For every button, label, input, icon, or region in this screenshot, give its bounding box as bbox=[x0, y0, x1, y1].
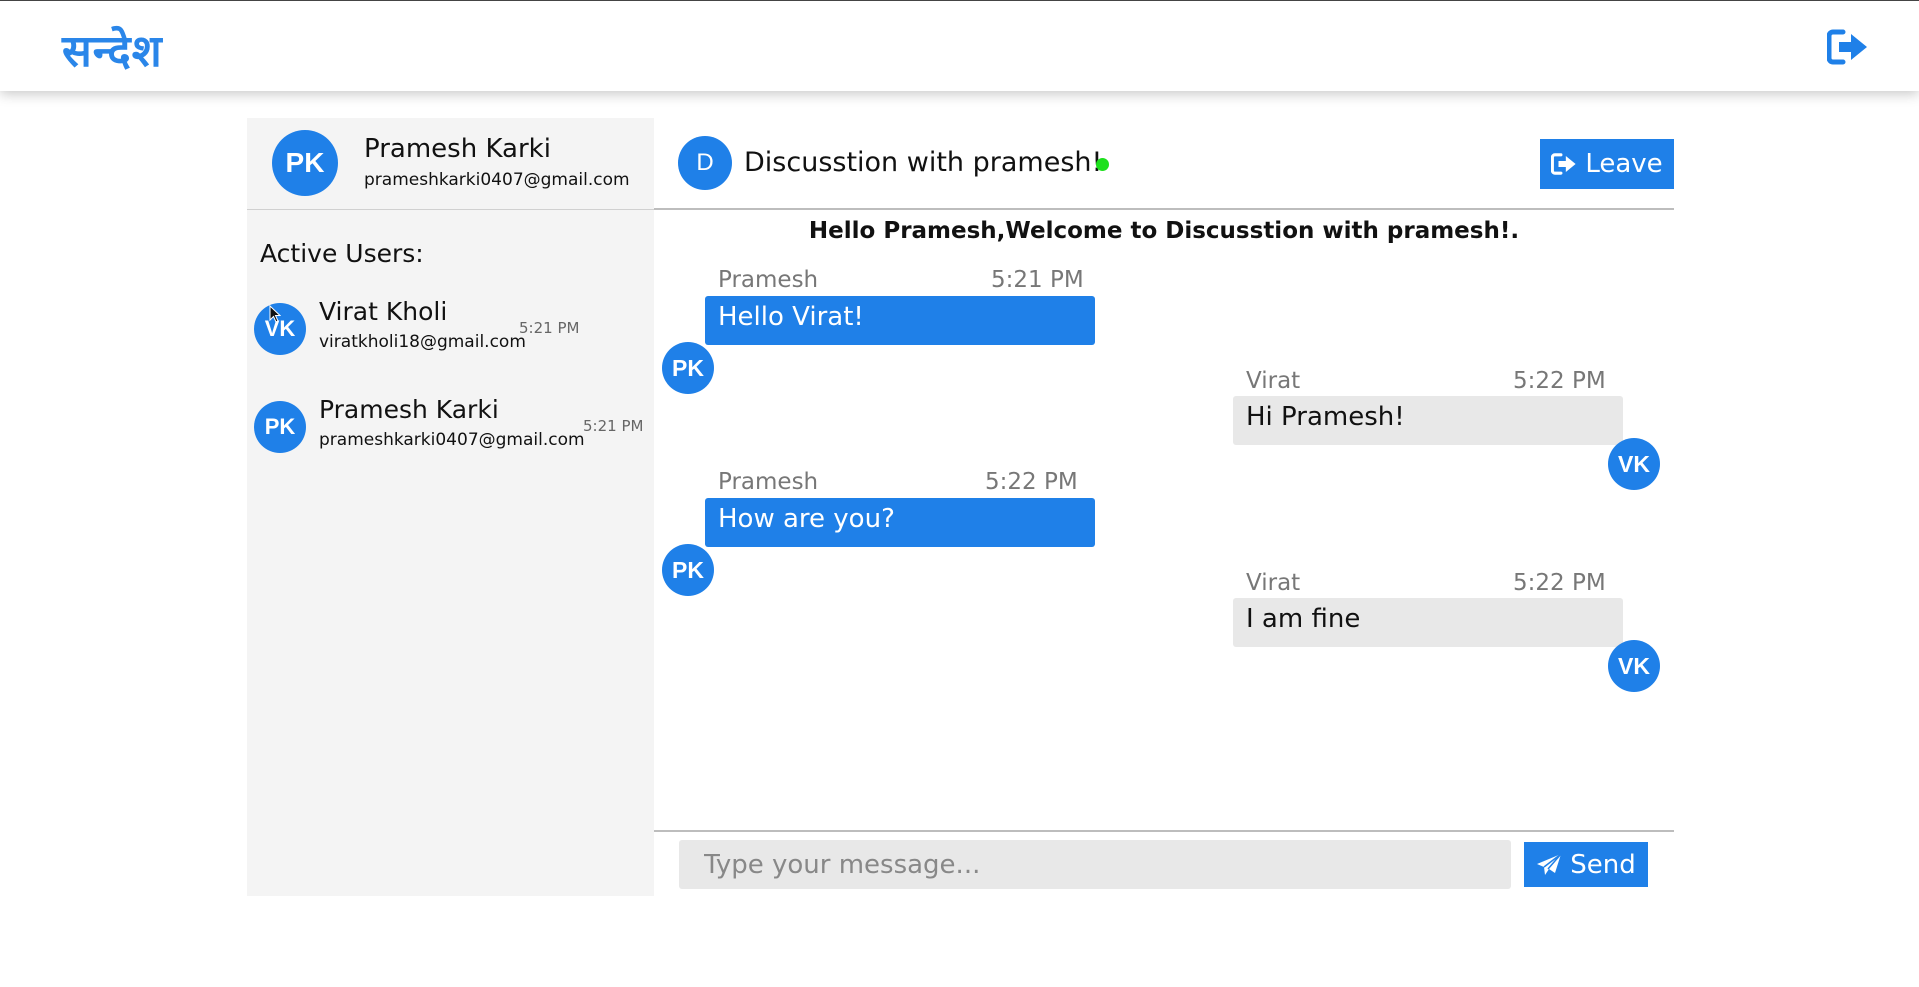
current-user-card: PK Pramesh Karki prameshkarki0407@gmail.… bbox=[247, 118, 654, 210]
sign-out-icon bbox=[1826, 29, 1867, 65]
message-bubble: I am fine bbox=[1233, 598, 1623, 647]
message-time: 5:22 PM bbox=[985, 469, 1078, 495]
message-bubble: Hello Virat! bbox=[705, 296, 1095, 345]
user-time: 5:21 PM bbox=[519, 319, 580, 337]
avatar: PK bbox=[662, 544, 714, 596]
user-name: Virat Kholi bbox=[319, 297, 448, 326]
avatar: VK bbox=[1608, 438, 1660, 490]
avatar: PK bbox=[254, 401, 306, 453]
message-bubble: How are you? bbox=[705, 498, 1095, 547]
active-users-heading: Active Users: bbox=[260, 239, 424, 268]
active-user-item[interactable]: PK Pramesh Karki prameshkarki0407@gmail.… bbox=[247, 395, 654, 465]
logout-button[interactable] bbox=[1826, 29, 1869, 65]
leave-button[interactable]: Leave bbox=[1540, 139, 1674, 189]
app-logo[interactable]: सन्देश bbox=[62, 19, 163, 79]
user-name: Pramesh Karki bbox=[319, 395, 499, 424]
user-time: 5:21 PM bbox=[583, 417, 644, 435]
paper-plane-icon bbox=[1537, 852, 1562, 875]
room-title: Discusstion with pramesh! bbox=[744, 147, 1103, 178]
chat-header: D Discusstion with pramesh! Leave bbox=[654, 118, 1674, 210]
top-navbar: सन्देश bbox=[0, 0, 1919, 91]
send-button[interactable]: Send bbox=[1524, 842, 1648, 887]
message-input[interactable] bbox=[679, 840, 1511, 889]
user-email: prameshkarki0407@gmail.com bbox=[319, 430, 585, 450]
message-composer: Send bbox=[654, 830, 1674, 896]
avatar: PK bbox=[662, 342, 714, 394]
current-user-name: Pramesh Karki bbox=[364, 134, 551, 164]
message-sender: Virat bbox=[1246, 368, 1301, 394]
online-status-dot bbox=[1096, 158, 1109, 171]
message-sender: Pramesh bbox=[718, 469, 819, 495]
leave-label: Leave bbox=[1585, 149, 1663, 179]
message-time: 5:22 PM bbox=[1513, 368, 1606, 394]
message-time: 5:21 PM bbox=[991, 267, 1084, 293]
sidebar: PK Pramesh Karki prameshkarki0407@gmail.… bbox=[247, 118, 654, 896]
message-sender: Virat bbox=[1246, 570, 1301, 596]
welcome-message: Hello Pramesh,Welcome to Discusstion wit… bbox=[808, 218, 1520, 244]
sign-out-icon bbox=[1551, 153, 1576, 175]
user-email: viratkholi18@gmail.com bbox=[319, 332, 526, 352]
chat-panel: D Discusstion with pramesh! Leave Hello … bbox=[654, 118, 1674, 896]
avatar: VK bbox=[1608, 640, 1660, 692]
mouse-cursor-icon bbox=[269, 305, 281, 323]
message-time: 5:22 PM bbox=[1513, 570, 1606, 596]
message-bubble: Hi Pramesh! bbox=[1233, 396, 1623, 445]
send-label: Send bbox=[1570, 849, 1636, 880]
message-sender: Pramesh bbox=[718, 267, 819, 293]
room-avatar: D bbox=[678, 136, 732, 190]
current-user-email: prameshkarki0407@gmail.com bbox=[364, 170, 630, 190]
active-user-item[interactable]: VK Virat Kholi viratkholi18@gmail.com 5:… bbox=[247, 297, 654, 367]
avatar: PK bbox=[272, 130, 338, 196]
